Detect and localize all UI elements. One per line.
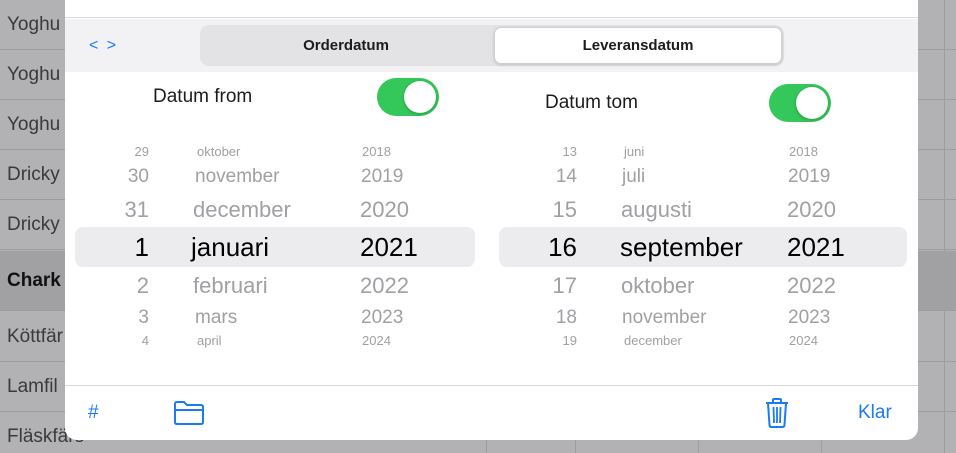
picker-item[interactable]: 17	[553, 273, 577, 299]
picker-item[interactable]: juni	[624, 144, 644, 159]
picker-item[interactable]: mars	[195, 307, 237, 329]
picker-item[interactable]: 2020	[787, 197, 836, 223]
list-item-label: Köttfär	[7, 325, 63, 347]
picker-item[interactable]: 2019	[788, 166, 830, 188]
picker-item[interactable]: 2019	[361, 166, 403, 188]
picker-item[interactable]: november	[195, 166, 280, 188]
picker-item-selected[interactable]: 1	[135, 232, 149, 263]
picker-item[interactable]: november	[622, 307, 707, 329]
picker-item[interactable]: 2024	[789, 333, 818, 348]
date-type-segmented-control: Orderdatum Leveransdatum	[200, 25, 784, 66]
datum-tom-toggle[interactable]	[769, 84, 831, 122]
hash-button[interactable]: #	[88, 402, 99, 424]
segment-bar: < > Orderdatum Leveransdatum	[65, 19, 918, 72]
datum-from-toggle[interactable]	[377, 78, 439, 116]
picker-item[interactable]: 2018	[789, 144, 818, 159]
picker-item-selected[interactable]: januari	[191, 232, 269, 263]
segment-leveransdatum[interactable]: Leveransdatum	[494, 27, 782, 64]
prev-next-arrows[interactable]: < >	[89, 37, 118, 55]
list-item-label: Lamfil	[7, 375, 58, 397]
picker-item[interactable]: oktober	[197, 144, 240, 159]
picker-item[interactable]: februari	[193, 273, 268, 299]
picker-item[interactable]: december	[624, 333, 682, 348]
done-button[interactable]: Klar	[858, 402, 892, 424]
picker-item-selected[interactable]: 16	[548, 232, 577, 263]
picker-item-selected[interactable]: 2021	[360, 232, 418, 263]
picker-item[interactable]: 30	[128, 166, 149, 188]
trash-icon[interactable]	[764, 397, 790, 434]
tom-date-picker[interactable]: 13 14 15 16 17 18 19 juni juli augusti s…	[499, 140, 907, 355]
picker-item[interactable]: 2020	[360, 197, 409, 223]
list-item-label: Yoghu	[7, 13, 61, 35]
picker-item[interactable]: 19	[563, 333, 577, 348]
date-filter-modal: < > Orderdatum Leveransdatum Datum from …	[65, 0, 918, 440]
datum-from-label: Datum from	[153, 86, 253, 107]
picker-item[interactable]: 18	[556, 307, 577, 329]
toggle-knob	[796, 87, 828, 119]
picker-item[interactable]: 2022	[360, 273, 409, 299]
picker-item[interactable]: 2023	[788, 307, 830, 329]
picker-item[interactable]: 15	[553, 197, 577, 223]
picker-item-selected[interactable]: september	[620, 232, 743, 263]
from-date-picker[interactable]: 29 30 31 1 2 3 4 oktober november decemb…	[75, 140, 475, 355]
picker-item[interactable]: 14	[556, 166, 577, 188]
modal-top-strip	[65, 0, 918, 18]
picker-item[interactable]: 2022	[787, 273, 836, 299]
list-item-label: Yoghu	[7, 63, 61, 85]
picker-item[interactable]: april	[197, 333, 222, 348]
list-item-label: Yoghu	[7, 113, 61, 135]
toggle-knob	[404, 81, 436, 113]
picker-item[interactable]: 13	[563, 144, 577, 159]
list-item-label: Dricky	[7, 163, 60, 185]
picker-item[interactable]: december	[193, 197, 291, 223]
list-item-label: Chark	[7, 269, 61, 291]
picker-item[interactable]: 2024	[362, 333, 391, 348]
picker-item[interactable]: 3	[138, 307, 149, 329]
segment-orderdatum[interactable]: Orderdatum	[202, 27, 490, 64]
list-item-label: Dricky	[7, 213, 60, 235]
folder-icon[interactable]	[173, 400, 205, 431]
picker-item[interactable]: 31	[125, 197, 149, 223]
picker-item[interactable]: 2023	[361, 307, 403, 329]
picker-item[interactable]: 2018	[362, 144, 391, 159]
picker-item[interactable]: 29	[135, 144, 149, 159]
datum-tom-label: Datum tom	[545, 92, 638, 113]
picker-item[interactable]: juli	[622, 166, 645, 188]
picker-item[interactable]: oktober	[621, 273, 694, 299]
picker-item[interactable]: 4	[142, 333, 149, 348]
picker-item[interactable]: augusti	[621, 197, 692, 223]
picker-item[interactable]: 2	[137, 273, 149, 299]
bottom-toolbar: # Klar	[65, 385, 918, 440]
picker-item-selected[interactable]: 2021	[787, 232, 845, 263]
